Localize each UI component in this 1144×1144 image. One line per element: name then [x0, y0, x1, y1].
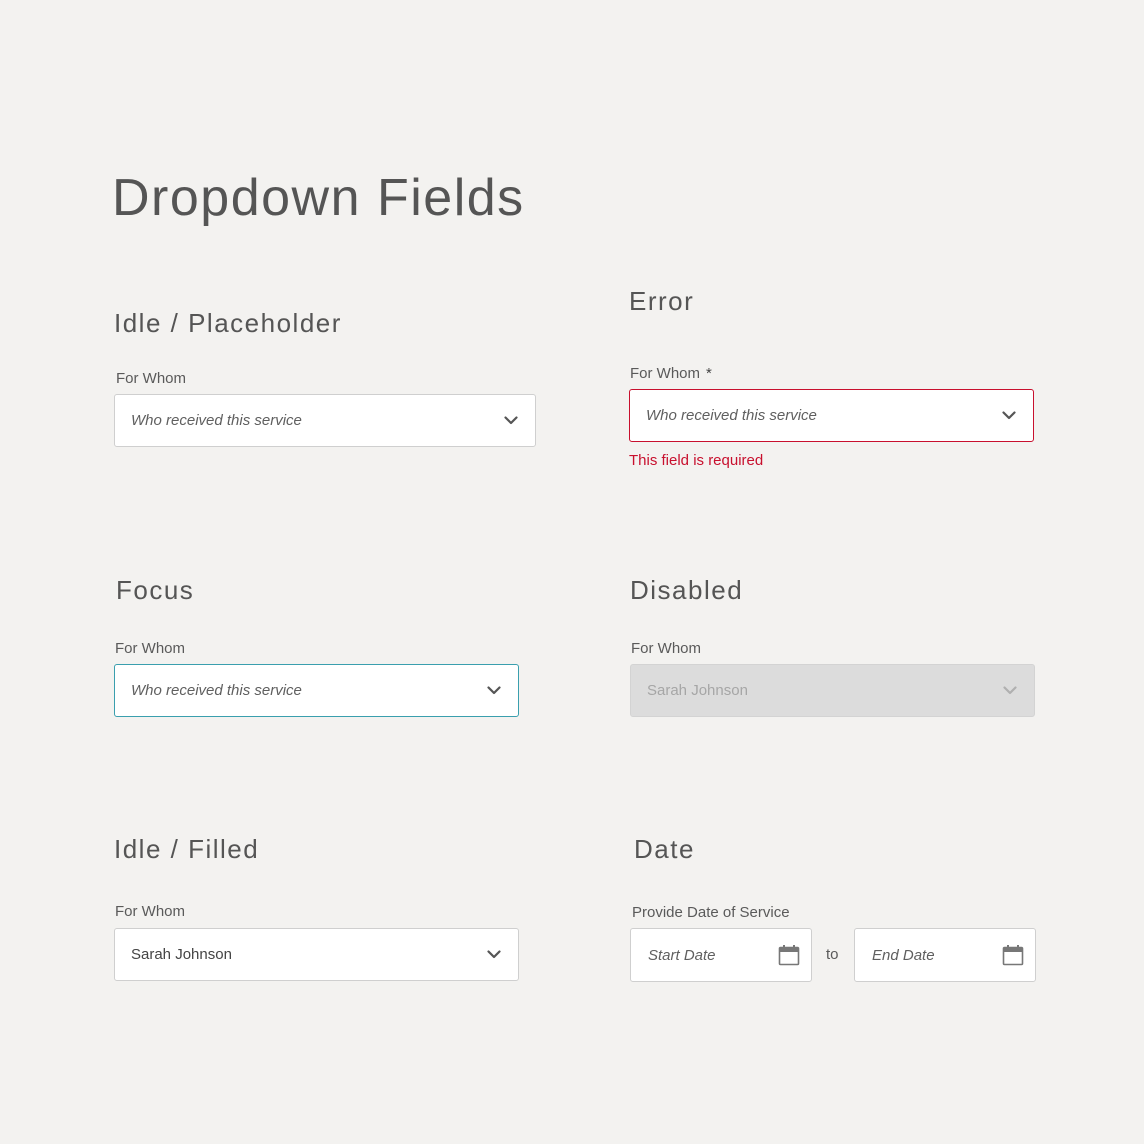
field-label: For Whom	[631, 640, 702, 657]
field-label-required: For Whom *	[630, 364, 712, 384]
chevron-down-icon	[1001, 408, 1017, 424]
dropdown-value: Sarah Johnson	[131, 946, 232, 963]
chevron-down-icon	[1002, 683, 1018, 699]
section-title-idle-filled: Idle / Filled	[114, 834, 260, 864]
for-whom-dropdown-error[interactable]: Who received this service	[629, 389, 1034, 442]
dropdown-placeholder: Who received this service	[131, 682, 302, 699]
section-title-disabled: Disabled	[630, 575, 744, 605]
page-title: Dropdown Fields	[112, 169, 525, 227]
for-whom-dropdown-placeholder[interactable]: Who received this service	[114, 394, 536, 447]
section-title-error: Error	[629, 286, 695, 316]
dropdown-placeholder: Who received this service	[131, 412, 302, 429]
chevron-down-icon	[503, 413, 519, 429]
calendar-icon[interactable]	[1001, 943, 1025, 967]
for-whom-dropdown-focus[interactable]: Who received this service	[114, 664, 519, 717]
chevron-down-icon	[486, 683, 502, 699]
start-date-placeholder: Start Date	[648, 946, 716, 964]
calendar-icon[interactable]	[777, 943, 801, 967]
error-message: This field is required	[629, 452, 764, 469]
for-whom-dropdown-filled[interactable]: Sarah Johnson	[114, 928, 519, 981]
field-label: For Whom	[115, 903, 186, 920]
section-title-date: Date	[634, 834, 695, 864]
required-marker: *	[706, 365, 712, 382]
chevron-down-icon	[486, 947, 502, 963]
section-title-focus: Focus	[116, 575, 195, 605]
end-date-input[interactable]: End Date	[854, 928, 1036, 982]
date-range-separator: to	[826, 946, 839, 963]
start-date-input[interactable]: Start Date	[630, 928, 812, 982]
section-title-idle-placeholder: Idle / Placeholder	[114, 308, 342, 338]
field-label-text: For Whom	[630, 365, 701, 382]
end-date-placeholder: End Date	[872, 946, 935, 964]
for-whom-dropdown-disabled: Sarah Johnson	[630, 664, 1035, 717]
field-label: For Whom	[116, 370, 187, 387]
dropdown-placeholder: Who received this service	[646, 407, 817, 424]
field-label: For Whom	[115, 640, 186, 657]
field-label: Provide Date of Service	[632, 904, 790, 921]
dropdown-value: Sarah Johnson	[647, 682, 748, 699]
